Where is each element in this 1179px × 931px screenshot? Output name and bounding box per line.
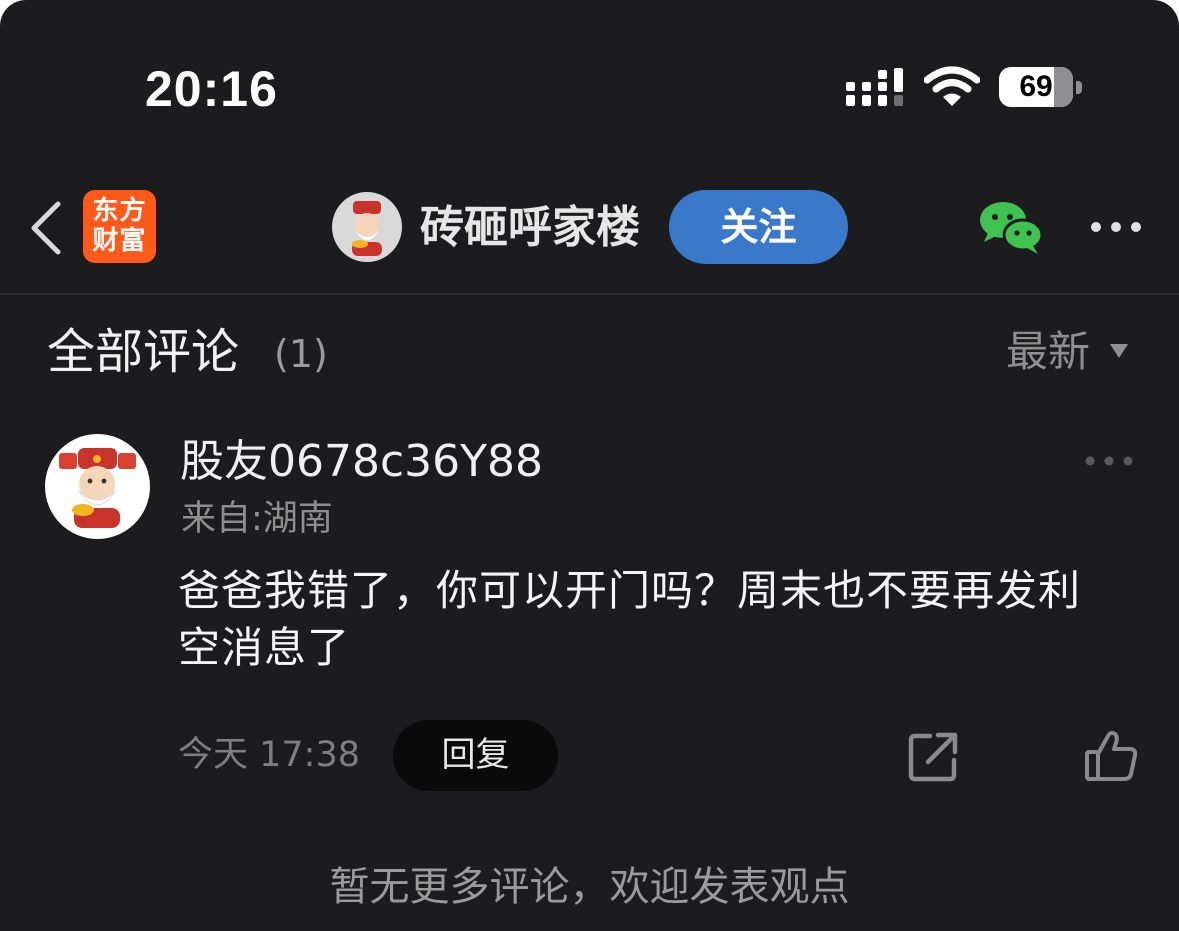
- commenter-avatar[interactable]: [45, 434, 150, 539]
- cellular-signal-icon: [846, 68, 903, 106]
- back-chevron-icon[interactable]: [26, 200, 66, 256]
- caishen-avatar-icon: [352, 201, 382, 256]
- no-more-comments-notice: 暂无更多评论，欢迎发表观点: [329, 864, 850, 910]
- comment-timestamp: 今天 17:38: [178, 735, 360, 775]
- commenter-location: 来自:湖南: [181, 499, 333, 539]
- share-icon[interactable]: [906, 730, 960, 784]
- comment-more-icon[interactable]: [1084, 452, 1134, 470]
- author-name[interactable]: 砖砸呼家楼: [420, 200, 640, 256]
- caishen-avatar-icon: [59, 448, 136, 528]
- follow-button[interactable]: 关注: [669, 190, 848, 264]
- app-screen: 20:16 69 东方 财富 砖砸呼家楼 关注 全部评论 (1) 最新 股友06…: [0, 0, 1179, 931]
- comments-count: (1): [274, 332, 328, 376]
- reply-button[interactable]: 回复: [393, 720, 558, 791]
- more-options-icon[interactable]: [1090, 215, 1142, 239]
- status-time: 20:16: [145, 61, 278, 117]
- author-avatar[interactable]: [332, 192, 402, 262]
- battery-indicator: 69: [999, 67, 1073, 107]
- battery-level: 69: [1019, 70, 1053, 103]
- comment-text: 爸爸我错了，你可以开门吗？周末也不要再发利空消息了: [178, 566, 1082, 672]
- caret-down-icon[interactable]: [1110, 344, 1128, 358]
- nav-divider: [0, 293, 1179, 295]
- wechat-icon[interactable]: [978, 200, 1044, 256]
- logo-text-line1: 东方: [92, 196, 147, 226]
- thumbs-up-icon[interactable]: [1083, 728, 1139, 784]
- sort-dropdown[interactable]: 最新: [1006, 322, 1090, 382]
- commenter-username[interactable]: 股友0678c36Y88: [180, 434, 543, 490]
- wifi-icon: [924, 66, 980, 106]
- app-logo[interactable]: 东方 财富: [83, 190, 156, 263]
- logo-text-line2: 财富: [92, 226, 147, 256]
- comments-heading: 全部评论: [47, 324, 240, 380]
- battery-tip: [1076, 81, 1082, 94]
